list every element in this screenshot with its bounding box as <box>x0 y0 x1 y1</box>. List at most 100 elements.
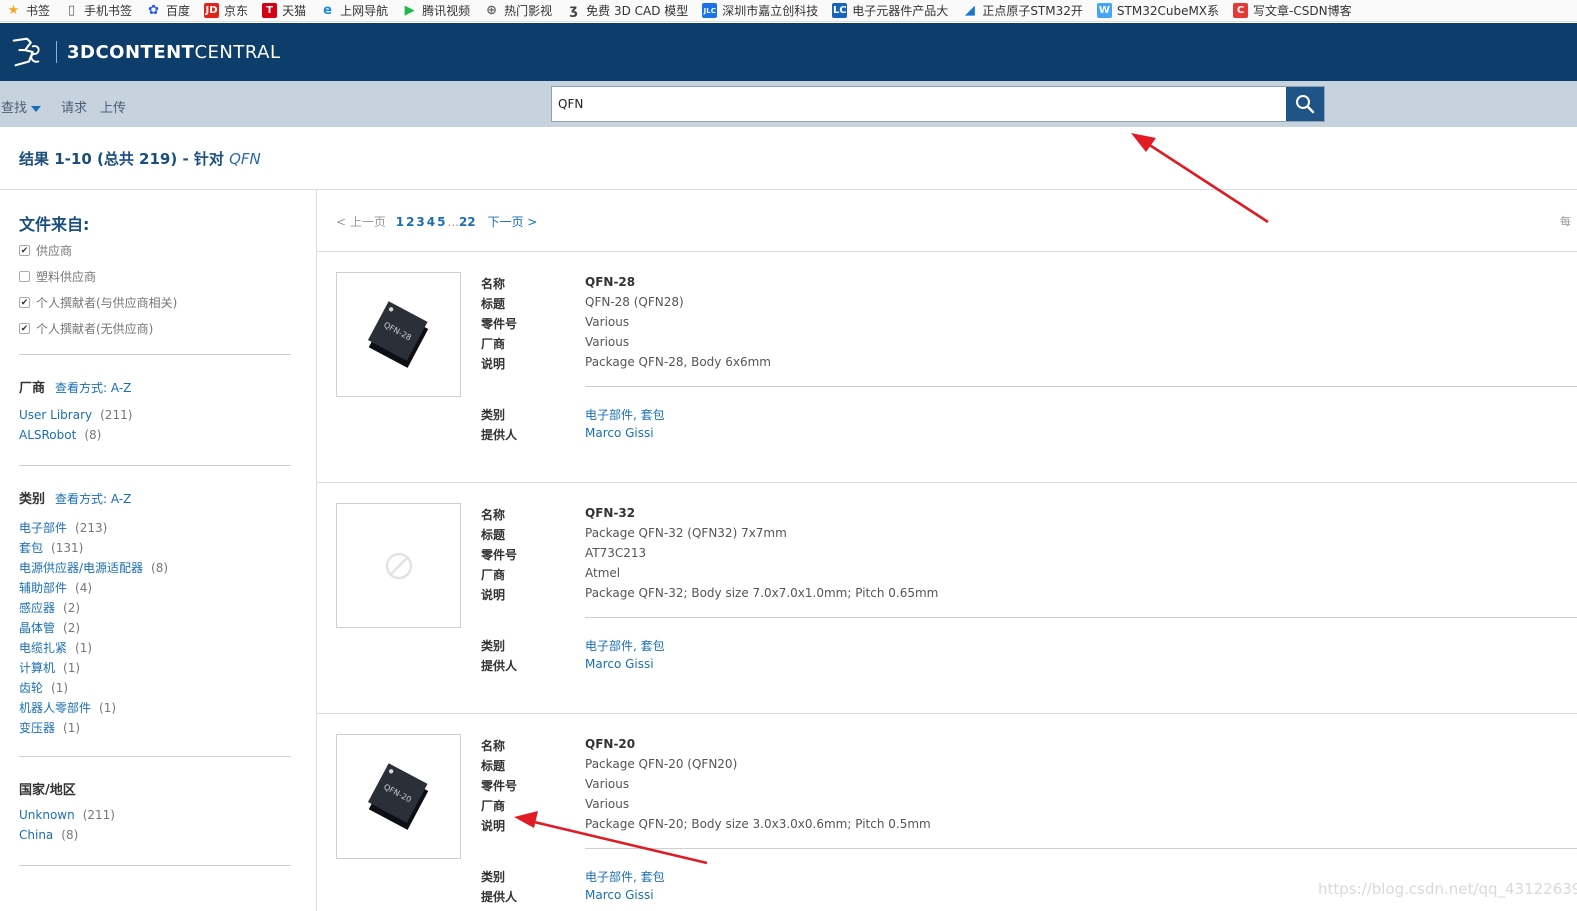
category-sort-link[interactable]: 查看方式: A-Z <box>55 492 131 506</box>
feather-icon: ◢ <box>964 3 975 18</box>
bookmark-ds[interactable]: ʒ 免费 3D CAD 模型 <box>566 2 688 19</box>
category-filter-item-count: (213) <box>75 521 108 535</box>
category-filter-item: 套包 (131) <box>19 539 83 556</box>
field-label-title: 标题 <box>481 759 506 773</box>
category-filter-item-link[interactable]: 电子部件 <box>19 521 67 535</box>
country-filter-item-link[interactable]: China <box>19 828 53 842</box>
source-filter-option[interactable]: ✔ 供应商 <box>19 242 72 259</box>
bookmark-star[interactable]: ★ 书签 <box>6 2 50 19</box>
result-thumbnail[interactable] <box>336 503 461 628</box>
vendor-filter-item-link[interactable]: ALSRobot <box>19 428 76 442</box>
field-value-provider[interactable]: Marco Gissi <box>585 657 654 671</box>
bookmark-baidu[interactable]: ✿ 百度 <box>146 2 190 19</box>
source-filter-option[interactable]: ✔ 个人撰献者(无供应商) <box>19 320 153 337</box>
field-label-title: 标题 <box>481 528 506 542</box>
field-value-provider[interactable]: Marco Gissi <box>585 888 654 902</box>
field-label-provider: 提供人 <box>481 890 518 904</box>
qfn-chip-icon: QFN-20 <box>367 762 428 830</box>
category-filter-item-link[interactable]: 辅助部件 <box>19 581 67 595</box>
source-filter-option[interactable]: 塑料供应商 <box>19 268 96 285</box>
category-filter-item-link[interactable]: 感应器 <box>19 601 55 615</box>
category-filter-item-link[interactable]: 变压器 <box>19 721 55 735</box>
category-filter-item-count: (1) <box>51 681 69 695</box>
field-label-category: 类别 <box>481 408 506 422</box>
bookmark-label: 写文章-CSDN博客 <box>1253 4 1352 18</box>
bookmark-phone[interactable]: ▯ 手机书签 <box>64 2 132 19</box>
category-filter-item: 计算机 (1) <box>19 659 80 676</box>
category-filter-item-link[interactable]: 套包 <box>19 541 43 555</box>
bookmark-csdn[interactable]: C 写文章-CSDN博客 <box>1233 2 1352 19</box>
category-filter-item-link[interactable]: 齿轮 <box>19 681 43 695</box>
field-value-vendor: Atmel <box>585 566 621 580</box>
result-thumbnail[interactable]: QFN-20 <box>336 734 461 859</box>
category-filter-item-link[interactable]: 电源供应器/电源适配器 <box>19 561 143 575</box>
field-label-title: 标题 <box>481 297 506 311</box>
field-value-provider[interactable]: Marco Gissi <box>585 426 654 440</box>
nav-bar: 查找 请求 上传 <box>0 81 1577 127</box>
bookmark-globe[interactable]: ⊕ 热门影视 <box>484 2 552 19</box>
category-filter-item-link[interactable]: 机器人零部件 <box>19 701 91 715</box>
category-filter-item-count: (2) <box>63 621 81 635</box>
field-value-part-no: Various <box>585 315 630 329</box>
no-image-icon <box>385 552 412 579</box>
checkbox-checked-icon[interactable]: ✔ <box>19 323 30 334</box>
category-filter-item-link[interactable]: 计算机 <box>19 661 55 675</box>
search-button[interactable] <box>1286 87 1324 121</box>
category-filter-item-count: (4) <box>75 581 93 595</box>
source-filter-option[interactable]: ✔ 个人撰献者(与供应商相关) <box>19 294 177 311</box>
page-link-1[interactable]: 1 <box>396 215 404 229</box>
field-label-provider: 提供人 <box>481 659 518 673</box>
field-value-name[interactable]: QFN-28 <box>585 275 635 289</box>
source-filter-label: 个人撰献者(无供应商) <box>36 322 154 336</box>
site-brand[interactable]: 3DCONTENTCENTRAL <box>67 42 281 63</box>
field-value-category[interactable]: 电子部件, 套包 <box>585 406 665 423</box>
bookmark-w[interactable]: W STM32CubeMX系 <box>1096 2 1219 19</box>
field-label-vendor: 厂商 <box>481 337 506 351</box>
next-page-link[interactable]: 下一页 > <box>487 215 537 229</box>
brand-central: CENTRAL <box>194 41 281 63</box>
field-value-name[interactable]: QFN-20 <box>585 737 635 751</box>
category-filter-item-link[interactable]: 晶体管 <box>19 621 55 635</box>
search-input[interactable] <box>552 87 1286 121</box>
page-link-4[interactable]: 4 <box>427 215 435 229</box>
nav-request[interactable]: 请求 <box>61 97 87 116</box>
bookmark-jd[interactable]: JD 京东 <box>204 2 248 19</box>
checkbox-checked-icon[interactable]: ✔ <box>19 245 30 256</box>
category-filter-item-link[interactable]: 电缆扎紧 <box>19 641 67 655</box>
results-count: 结果 1-10 (总共 219) - 针对 <box>19 150 230 168</box>
field-label-provider: 提供人 <box>481 428 518 442</box>
nav-find[interactable]: 查找 <box>1 97 42 116</box>
country-filter-item-link[interactable]: Unknown <box>19 808 75 822</box>
page-link-2[interactable]: 2 <box>406 215 414 229</box>
last-page-link[interactable]: 22 <box>459 215 476 229</box>
arrow-to-search-icon <box>1131 133 1269 224</box>
bookmark-ie[interactable]: e 上网导航 <box>320 2 388 19</box>
jlc-icon: JLC <box>702 3 718 18</box>
result-item: QFN-28 名称 QFN-28 标题 QFN-28 (QFN28) 零件号 Various… <box>336 272 1577 452</box>
pager-ellipsis: ... <box>447 215 459 229</box>
bookmark-play[interactable]: ▶ 腾讯视频 <box>402 2 471 19</box>
field-value-name[interactable]: QFN-32 <box>585 506 635 520</box>
nav-upload[interactable]: 上传 <box>100 97 126 116</box>
vendor-sort-link[interactable]: 查看方式: A-Z <box>55 381 131 395</box>
bookmark-label: 热门影视 <box>504 4 553 18</box>
vendor-filter-item-link[interactable]: User Library <box>19 408 92 422</box>
page-link-3[interactable]: 3 <box>416 215 424 229</box>
bookmark-jlc[interactable]: JLC 深圳市嘉立创科技 <box>702 2 818 19</box>
tmall-icon: T <box>262 3 278 18</box>
bookmark-lc[interactable]: LC 电子元器件产品大 <box>832 2 948 19</box>
field-value-category[interactable]: 电子部件, 套包 <box>585 637 665 654</box>
bookmark-tmall[interactable]: T 天猫 <box>262 2 306 19</box>
bookmark-feather[interactable]: ◢ 正点原子STM32开 <box>962 2 1083 19</box>
checkbox-checked-icon[interactable]: ✔ <box>19 297 30 308</box>
category-filter-title: 类别 查看方式: A-Z <box>19 488 131 507</box>
checkbox-unchecked-icon[interactable] <box>19 271 30 282</box>
page-link-5[interactable]: 5 <box>437 215 445 229</box>
result-item: 名称 QFN-32 标题 Package QFN-32 (QFN32) 7x7mm 零件… <box>336 503 1577 683</box>
field-value-category[interactable]: 电子部件, 套包 <box>585 868 665 885</box>
result-thumbnail[interactable]: QFN-28 <box>336 272 461 397</box>
vendor-filter-title: 厂商 查看方式: A-Z <box>19 377 131 396</box>
prev-page-link[interactable]: < 上一页 <box>336 215 386 229</box>
globe-icon: ⊕ <box>486 3 498 18</box>
dassault-logo-icon[interactable] <box>8 33 46 71</box>
